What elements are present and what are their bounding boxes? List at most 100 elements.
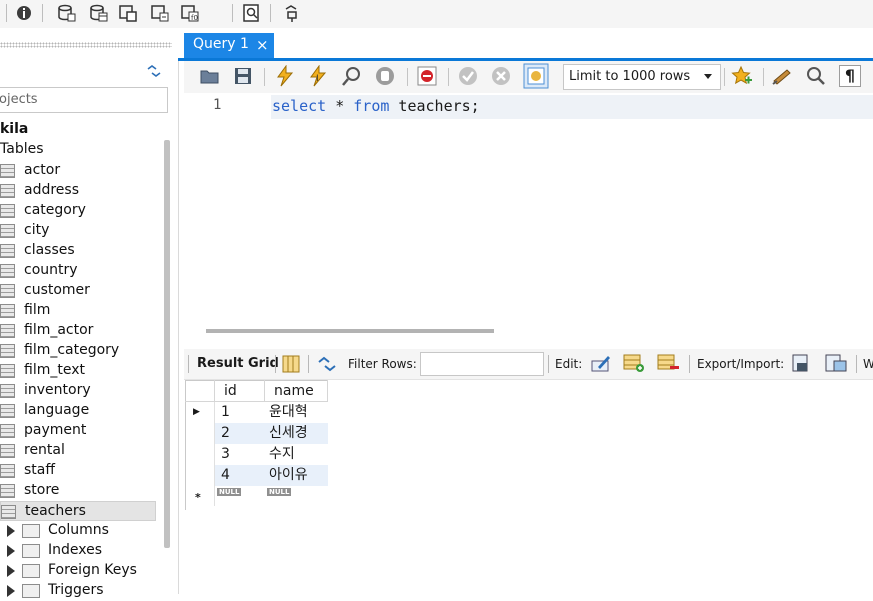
result-grid-tab[interactable]: Result Grid (197, 356, 279, 371)
svg-text:f0: f0 (191, 14, 198, 22)
table-item-rental[interactable]: rental (0, 441, 156, 461)
grid-layout-icon[interactable] (282, 355, 300, 373)
table-item-film-text[interactable]: film_text (0, 361, 156, 381)
navigator-scrollbar[interactable] (164, 140, 170, 548)
stop-on-error-icon[interactable] (416, 65, 438, 87)
execute-icon[interactable] (274, 65, 296, 87)
schema-name[interactable]: kila (0, 121, 28, 137)
save-icon[interactable] (233, 66, 253, 86)
execute-statement-icon[interactable]: I (307, 65, 329, 87)
cell-name[interactable]: 윤대혁 (265, 402, 328, 423)
new-function-icon[interactable]: f0 (180, 3, 200, 23)
filter-rows-input[interactable] (420, 352, 544, 376)
expand-arrow-icon[interactable] (7, 565, 15, 577)
limit-label: Limit to 1000 rows (569, 69, 691, 84)
new-procedure-icon[interactable] (150, 3, 170, 23)
commit-icon[interactable] (457, 65, 479, 87)
row-header[interactable] (185, 465, 215, 486)
table-item-address[interactable]: address (0, 181, 156, 201)
autocommit-toggle-icon[interactable] (523, 63, 549, 89)
table-item-film-category[interactable]: film_category (0, 341, 156, 361)
refresh-icon[interactable] (146, 64, 162, 78)
toolbar-separator (724, 68, 725, 86)
keyword-select: select (272, 97, 327, 115)
cell-name[interactable]: 신세경 (265, 423, 328, 444)
new-view-icon[interactable] (118, 3, 138, 23)
stop-icon[interactable] (374, 65, 396, 87)
export-icon[interactable] (791, 353, 813, 373)
cell-id[interactable]: 3 (215, 444, 265, 465)
expand-arrow-icon[interactable] (7, 585, 15, 597)
tables-folder[interactable]: Tables (0, 141, 44, 157)
editor-horizontal-scrollbar[interactable] (206, 329, 494, 333)
cell-id[interactable]: 4 (215, 465, 265, 486)
column-header-id[interactable]: id (215, 380, 265, 402)
expand-arrow-icon[interactable] (7, 525, 15, 537)
table-name: category (24, 202, 86, 218)
table-item-actor[interactable]: actor (0, 161, 156, 181)
columns-icon (22, 524, 40, 538)
new-schema-icon[interactable] (56, 3, 76, 23)
open-file-icon[interactable] (199, 66, 221, 86)
rollback-icon[interactable] (490, 65, 512, 87)
subnode-triggers[interactable]: Triggers (0, 581, 160, 601)
table-name: payment (24, 422, 87, 438)
table-icon (1, 505, 16, 519)
null-badge[interactable]: NULL (267, 488, 292, 496)
code-star: * (326, 97, 354, 115)
subnode-columns[interactable]: Columns (0, 521, 160, 541)
table-item-film[interactable]: film (0, 301, 156, 321)
find-icon[interactable] (805, 65, 827, 87)
table-item-teachers[interactable]: teachers (0, 501, 156, 521)
table-item-category[interactable]: category (0, 201, 156, 221)
subnode-foreign-keys[interactable]: Foreign Keys (0, 561, 160, 581)
tab-label: Query 1 (193, 36, 249, 52)
import-icon[interactable] (824, 353, 848, 373)
add-row-icon[interactable] (622, 353, 646, 373)
toolbar-separator (6, 4, 7, 22)
new-table-icon[interactable] (88, 3, 108, 23)
refresh-results-icon[interactable] (316, 355, 338, 373)
row-header[interactable] (185, 423, 215, 444)
close-icon[interactable]: × (256, 36, 269, 54)
table-item-inventory[interactable]: inventory (0, 381, 156, 401)
cell-name[interactable]: 수지 (265, 444, 328, 465)
filter-objects-input[interactable]: ojects (0, 87, 168, 113)
sql-code-line[interactable]: select * from teachers; (272, 97, 480, 115)
search-table-data-icon[interactable] (242, 3, 262, 23)
new-row-marker[interactable]: * (185, 486, 215, 506)
table-item-country[interactable]: country (0, 261, 156, 281)
sql-editor[interactable] (184, 93, 873, 321)
limit-rows-select[interactable]: Limit to 1000 rows (563, 64, 721, 90)
reconnect-icon[interactable] (282, 3, 302, 23)
table-item-city[interactable]: city (0, 221, 156, 241)
expand-arrow-icon[interactable] (7, 545, 15, 557)
explain-icon[interactable] (341, 65, 363, 87)
toolbar-separator (548, 355, 549, 373)
subnode-indexes[interactable]: Indexes (0, 541, 160, 561)
table-name: classes (24, 242, 75, 258)
info-icon[interactable] (14, 3, 34, 23)
delete-row-icon[interactable] (656, 353, 680, 373)
null-badge[interactable]: NULL (217, 488, 242, 496)
table-item-customer[interactable]: customer (0, 281, 156, 301)
cell-name[interactable]: 아이유 (265, 465, 328, 486)
add-snippet-icon[interactable] (731, 65, 753, 87)
table-item-staff[interactable]: staff (0, 461, 156, 481)
table-item-classes[interactable]: classes (0, 241, 156, 261)
edit-row-icon[interactable] (590, 353, 612, 373)
column-header-name[interactable]: name (265, 380, 328, 402)
table-item-payment[interactable]: payment (0, 421, 156, 441)
cell-id[interactable]: 1 (215, 402, 265, 423)
cell-id[interactable]: 2 (215, 423, 265, 444)
tab-query-1[interactable]: Query 1 × (184, 33, 274, 58)
table-name: film (24, 302, 51, 318)
invisible-chars-toggle[interactable]: ¶ (839, 65, 861, 87)
table-item-language[interactable]: language (0, 401, 156, 421)
row-header[interactable] (185, 444, 215, 465)
beautify-icon[interactable] (771, 65, 793, 87)
row-header[interactable]: ▶ (185, 402, 215, 423)
table-item-store[interactable]: store (0, 481, 156, 501)
panel-grip[interactable] (0, 42, 172, 48)
table-item-film-actor[interactable]: film_actor (0, 321, 156, 341)
